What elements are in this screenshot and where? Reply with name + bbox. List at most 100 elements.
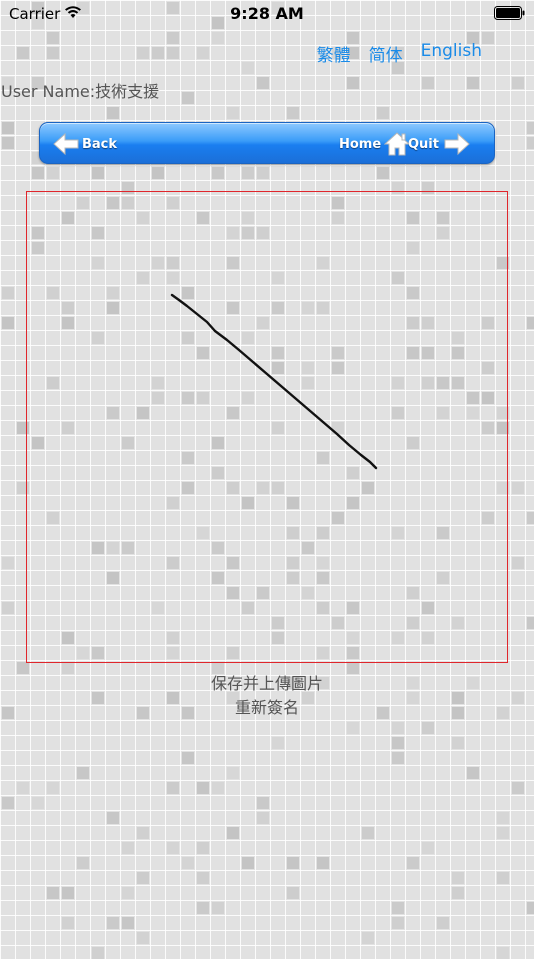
mosaic-tile [197,842,209,854]
mosaic-tile [212,902,224,914]
mosaic-tile [167,782,179,794]
mosaic-tile [212,167,224,179]
mosaic-tile [392,722,404,734]
back-label: Back [82,136,118,152]
mosaic-tile [137,827,149,839]
mosaic-tile [77,767,89,779]
mosaic-tile [257,797,269,809]
mosaic-tile [272,737,284,749]
mosaic-tile [257,167,269,179]
mosaic-tile [182,92,194,104]
mosaic-tile [392,917,404,929]
mosaic-tile [107,812,119,824]
arrow-left-icon [53,132,79,156]
mosaic-tile [422,842,434,854]
mosaic-tile [137,932,149,944]
mosaic-tile [77,857,89,869]
mosaic-tile [482,32,494,44]
quit-label: Quit [408,136,439,152]
mosaic-tile [17,47,29,59]
user-name-label: User Name:技術支援 [1,82,160,101]
mosaic-tile [377,107,389,119]
mosaic-tile [392,902,404,914]
mosaic-tile [137,47,149,59]
mosaic-tile [287,107,299,119]
mosaic-tile [287,857,299,869]
save-upload-button[interactable]: 保存并上傳圖片 [0,670,534,694]
arrow-right-icon [444,132,470,156]
mosaic-tile [167,842,179,854]
mosaic-tile [512,77,524,89]
lang-simplified-chinese[interactable]: 简体 [369,41,403,66]
status-bar: Carrier 9:28 AM [0,0,534,28]
mosaic-tile [167,32,179,44]
mosaic-tile [227,767,239,779]
mosaic-tile [497,827,509,839]
mosaic-tile [347,722,359,734]
mosaic-tile [242,167,254,179]
mosaic-tile [152,167,164,179]
mosaic-tile [212,782,224,794]
mosaic-tile [452,887,464,899]
mosaic-tile [197,902,209,914]
mosaic-tile [92,947,104,959]
mosaic-tile [47,47,59,59]
resign-button[interactable]: 重新簽名 [0,694,534,718]
mosaic-tile [2,122,14,134]
mosaic-tile [512,482,524,494]
mosaic-tile [197,782,209,794]
mosaic-tile [467,77,479,89]
mosaic-tile [242,857,254,869]
mosaic-tile [347,77,359,89]
mosaic-tile [527,122,534,134]
mosaic-tile [32,167,44,179]
mosaic-tile [392,737,404,749]
mosaic-tile [362,827,374,839]
home-icon [384,132,411,156]
mosaic-tile [122,842,134,854]
mosaic-tile [512,557,524,569]
mosaic-tile [2,602,14,614]
mosaic-tile [2,137,14,149]
mosaic-tile [212,32,224,44]
mosaic-tile [122,917,134,929]
mosaic-tile [137,872,149,884]
mosaic-tile [257,812,269,824]
mosaic-tile [107,917,119,929]
mosaic-tile [257,77,269,89]
signature-pad[interactable] [26,191,508,663]
mosaic-tile [317,857,329,869]
home-button[interactable]: Home [339,129,411,159]
mosaic-tile [527,902,534,914]
lang-english[interactable]: English [421,41,482,66]
mosaic-tile [197,872,209,884]
mosaic-tile [2,797,14,809]
mosaic-tile [2,317,14,329]
mosaic-tile [227,107,239,119]
quit-button[interactable]: Quit [408,129,471,159]
back-button[interactable]: Back [52,129,117,159]
mosaic-tile [497,947,509,959]
mosaic-tile [47,887,59,899]
home-label: Home [339,136,382,152]
mosaic-tile [437,917,449,929]
mosaic-tile [62,887,74,899]
language-switcher: 繁體 简体 English [317,41,482,66]
mosaic-tile [377,167,389,179]
mosaic-tile [32,797,44,809]
lang-traditional-chinese[interactable]: 繁體 [317,41,351,66]
mosaic-tile [47,32,59,44]
mosaic-tile [47,782,59,794]
mosaic-tile [527,512,534,524]
mosaic-tile [467,767,479,779]
mosaic-tile [422,77,434,89]
mosaic-tile [122,887,134,899]
mosaic-tile [287,887,299,899]
mosaic-tile [497,872,509,884]
mosaic-tile [2,557,14,569]
mosaic-tile [17,782,29,794]
battery-icon [494,6,525,20]
mosaic-tile [92,167,104,179]
signature-stroke [170,293,378,470]
mosaic-tile [182,857,194,869]
